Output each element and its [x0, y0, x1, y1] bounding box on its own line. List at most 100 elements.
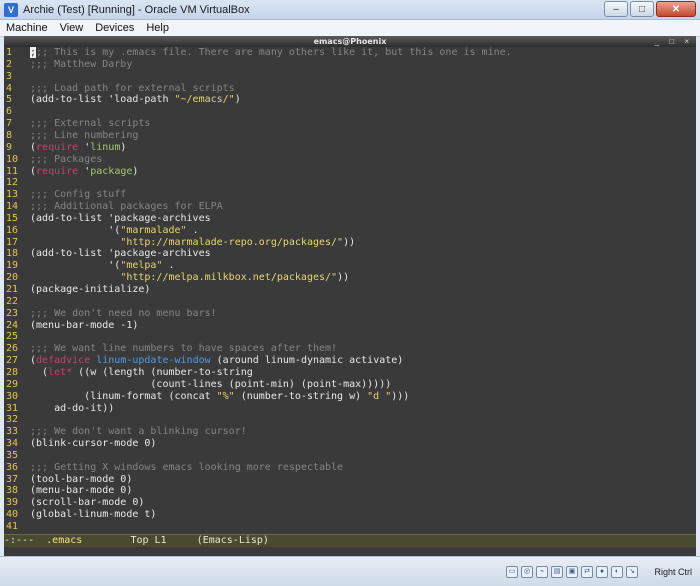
line-number: 13: [6, 189, 19, 201]
arrow-icon[interactable]: ↘: [626, 566, 638, 578]
line-code: (package-initialize): [30, 284, 151, 295]
line-number: 28: [6, 366, 19, 378]
code-line[interactable]: 33 ;;; We don't want a blinking cursor!: [4, 426, 696, 438]
line-code: "http://melpa.milkbox.net/packages/")): [120, 272, 350, 284]
line-number: 20: [6, 272, 19, 284]
line-code: "http://marmalade-repo.org/packages/")): [120, 236, 356, 248]
code-line[interactable]: 1 ;;; This is my .emacs file. There are m…: [4, 47, 696, 59]
usb-icon[interactable]: ⌁: [536, 566, 548, 578]
code-line[interactable]: 21 (package-initialize): [4, 284, 696, 296]
mouse-icon[interactable]: ◐: [611, 566, 623, 578]
code-line[interactable]: 31 ad-do-it)): [4, 403, 696, 415]
virtualbox-icon: V: [4, 2, 18, 17]
code-line[interactable]: 29 (count-lines (point-min) (point-max))…: [4, 379, 696, 391]
code-line[interactable]: 18 (add-to-list 'package-archives: [4, 248, 696, 260]
cd-icon[interactable]: ◎: [521, 566, 533, 578]
emacs-frame-controls[interactable]: _ □ ×: [655, 36, 693, 47]
line-number: 16: [6, 224, 19, 236]
line-number: 37: [6, 473, 19, 485]
code-line[interactable]: 41: [4, 521, 696, 533]
code-line[interactable]: 6: [4, 106, 696, 118]
window-titlebar: V Archie (Test) [Running] - Oracle VM Vi…: [0, 0, 700, 20]
line-number: 24: [6, 319, 19, 331]
code-line[interactable]: 28 (let* ((w (length (number-to-string: [4, 367, 696, 379]
line-number: 3: [6, 70, 13, 82]
line-number: 1: [6, 47, 13, 58]
line-number: 6: [6, 106, 13, 118]
menu-help[interactable]: Help: [140, 22, 175, 34]
line-code: (require 'linum): [30, 141, 127, 153]
line-number: 29: [6, 378, 19, 390]
code-line[interactable]: 2 ;;; Matthew Darby: [4, 59, 696, 71]
code-line[interactable]: 22: [4, 296, 696, 308]
code-line[interactable]: 38 (menu-bar-mode 0): [4, 485, 696, 497]
line-number: 38: [6, 485, 19, 497]
line-code: (add-to-list 'package-archives: [30, 248, 211, 260]
line-code: ;;; This is my .emacs file. There are ma…: [30, 47, 512, 58]
display-icon[interactable]: ▣: [566, 566, 578, 578]
code-line[interactable]: 12: [4, 177, 696, 189]
line-code: (add-to-list 'load-path "~/emacs/"): [30, 94, 241, 106]
vm-status-bar: ▭ ◎ ⌁ ▤ ▣ ⇄ ● ◐ ↘ Right Ctrl: [0, 556, 700, 586]
code-line[interactable]: 16 '("marmalade" .: [4, 225, 696, 237]
code-line[interactable]: 14 ;;; Additional packages for ELPA: [4, 201, 696, 213]
minibuffer[interactable]: [4, 547, 696, 556]
code-line[interactable]: 34 (blink-cursor-mode 0): [4, 438, 696, 450]
line-number: 19: [6, 260, 19, 272]
code-line[interactable]: 15 (add-to-list 'package-archives: [4, 213, 696, 225]
maximize-button[interactable]: □: [630, 1, 654, 17]
line-code: (menu-bar-mode -1): [30, 319, 139, 331]
code-line[interactable]: 20 "http://melpa.milkbox.net/packages/")…: [4, 272, 696, 284]
line-number: 26: [6, 343, 19, 355]
code-line[interactable]: 39 (scroll-bar-mode 0): [4, 497, 696, 509]
code-line[interactable]: 17 "http://marmalade-repo.org/packages/"…: [4, 237, 696, 249]
line-number: 17: [6, 236, 19, 248]
code-line[interactable]: 37 (tool-bar-mode 0): [4, 474, 696, 486]
code-line[interactable]: 26 ;;; We want line numbers to have space…: [4, 343, 696, 355]
code-line[interactable]: 36 ;;; Getting X windows emacs looking mo…: [4, 462, 696, 474]
code-line[interactable]: 35: [4, 450, 696, 462]
record-icon[interactable]: ●: [596, 566, 608, 578]
code-line[interactable]: 9 (require 'linum): [4, 142, 696, 154]
line-number: 31: [6, 402, 19, 414]
network-icon[interactable]: ⇄: [581, 566, 593, 578]
code-line[interactable]: 3: [4, 71, 696, 83]
line-number: 27: [6, 355, 19, 367]
line-number: 9: [6, 141, 13, 153]
minimize-button[interactable]: –: [604, 1, 628, 17]
menu-view[interactable]: View: [54, 22, 90, 34]
menu-machine[interactable]: Machine: [0, 22, 54, 34]
code-line[interactable]: 8 ;;; Line numbering: [4, 130, 696, 142]
code-line[interactable]: 32: [4, 414, 696, 426]
code-line[interactable]: 19 '("melpa" .: [4, 260, 696, 272]
line-number: 34: [6, 438, 19, 450]
code-line[interactable]: 7 ;;; External scripts: [4, 118, 696, 130]
line-number: 25: [6, 331, 19, 343]
disk-icon[interactable]: ▭: [506, 566, 518, 578]
code-line[interactable]: 13 ;;; Config stuff: [4, 189, 696, 201]
line-code: (global-linum-mode t): [30, 509, 157, 521]
code-line[interactable]: 10 ;;; Packages: [4, 154, 696, 166]
folder-icon[interactable]: ▤: [551, 566, 563, 578]
code-line[interactable]: 24 (menu-bar-mode -1): [4, 320, 696, 332]
code-line[interactable]: 40 (global-linum-mode t): [4, 509, 696, 521]
line-code: (tool-bar-mode 0): [30, 473, 133, 485]
editor-buffer[interactable]: 1 ;;; This is my .emacs file. There are m…: [4, 47, 696, 534]
code-line[interactable]: 27 (defadvice linum-update-window (around…: [4, 355, 696, 367]
menu-devices[interactable]: Devices: [89, 22, 140, 34]
line-number: 23: [6, 307, 19, 319]
line-number: 4: [6, 82, 13, 94]
host-key-label: Right Ctrl: [654, 567, 692, 577]
code-line[interactable]: 11 (require 'package): [4, 166, 696, 178]
close-button[interactable]: ✕: [656, 1, 696, 17]
code-line[interactable]: 5 (add-to-list 'load-path "~/emacs/"): [4, 94, 696, 106]
line-code: ad-do-it)): [30, 402, 115, 414]
line-code: ;;; Packages: [30, 153, 103, 165]
code-line[interactable]: 4 ;;; Load path for external scripts: [4, 83, 696, 95]
code-line[interactable]: 30 (linum-format (concat "%" (number-to-…: [4, 391, 696, 403]
code-line[interactable]: 25: [4, 331, 696, 343]
code-line[interactable]: 23 ;;; We don't need no menu bars!: [4, 308, 696, 320]
line-code: (count-lines (point-min) (point-max))))): [30, 378, 392, 390]
line-number: 40: [6, 509, 19, 521]
line-number: 30: [6, 390, 19, 402]
